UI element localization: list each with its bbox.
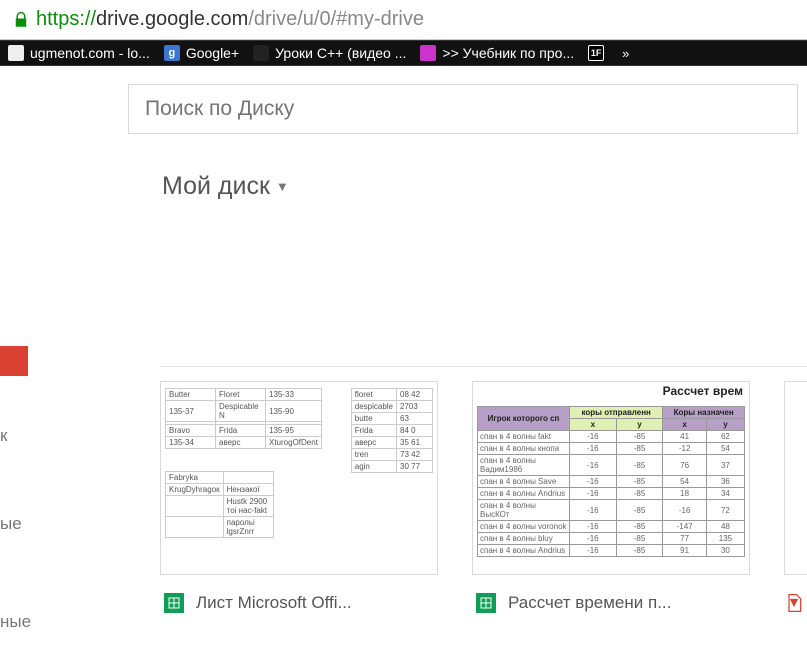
- sidebar-item-label[interactable]: к: [0, 426, 50, 446]
- sidebar-item-label[interactable]: ные: [0, 612, 50, 632]
- bookmark-favicon: g: [164, 45, 180, 61]
- bookmark-favicon: [8, 45, 24, 61]
- sidebar-fragment: к ые ные: [0, 346, 50, 646]
- sheets-icon: [476, 593, 496, 613]
- bookmark-favicon: [253, 45, 269, 61]
- file-card[interactable]: Рассчет врем Игрок которого сп коры отпр…: [472, 381, 750, 619]
- sheets-icon: [164, 593, 184, 613]
- bookmark-item[interactable]: 1F: [588, 45, 604, 61]
- url-text[interactable]: https://drive.google.com/drive/u/0/#my-d…: [36, 8, 424, 31]
- file-thumbnail: Рассчет врем Игрок которого сп коры отпр…: [472, 381, 750, 575]
- file-grid: ButterFloret135-33 135-37Despicable N135…: [160, 366, 807, 619]
- chevron-down-icon: ▼: [276, 179, 289, 194]
- search-input[interactable]: [128, 84, 798, 134]
- file-thumbnail: [784, 381, 807, 575]
- bookmarks-overflow[interactable]: »: [618, 46, 633, 61]
- bookmark-label: Уроки С++ (видео ...: [275, 45, 406, 61]
- url-domain: drive.google.com: [96, 8, 248, 30]
- bookmark-favicon: [420, 45, 436, 61]
- bookmark-label: >> Учебник по про...: [442, 45, 574, 61]
- file-name: Лист Microsoft Offi...: [196, 593, 352, 613]
- url-path: /drive/u/0/#my-drive: [248, 8, 424, 30]
- bookmark-label: ugmenot.com - lo...: [30, 45, 150, 61]
- file-name: Рассчет времени п...: [508, 593, 671, 613]
- bookmark-item[interactable]: g Google+: [164, 45, 239, 61]
- lock-icon: [12, 11, 30, 29]
- bookmark-label: Google+: [186, 45, 239, 61]
- file-card[interactable]: [784, 381, 807, 619]
- address-bar[interactable]: https://drive.google.com/drive/u/0/#my-d…: [0, 0, 807, 40]
- file-card[interactable]: ButterFloret135-33 135-37Despicable N135…: [160, 381, 438, 619]
- bookmark-item[interactable]: Уроки С++ (видео ...: [253, 45, 406, 61]
- bookmark-item[interactable]: ugmenot.com - lo...: [8, 45, 150, 61]
- bookmark-item[interactable]: >> Учебник по про...: [420, 45, 574, 61]
- sidebar-item-label[interactable]: ые: [0, 514, 50, 534]
- folder-title: Мой диск: [162, 172, 270, 201]
- folder-heading[interactable]: Мой диск ▼: [0, 134, 807, 201]
- pdf-icon: [784, 593, 807, 619]
- bookmarks-bar: ugmenot.com - lo... g Google+ Уроки С++ …: [0, 40, 807, 66]
- create-button[interactable]: [0, 346, 28, 376]
- bookmark-favicon: 1F: [588, 45, 604, 61]
- file-thumbnail: ButterFloret135-33 135-37Despicable N135…: [160, 381, 438, 575]
- url-protocol: https://: [36, 8, 96, 30]
